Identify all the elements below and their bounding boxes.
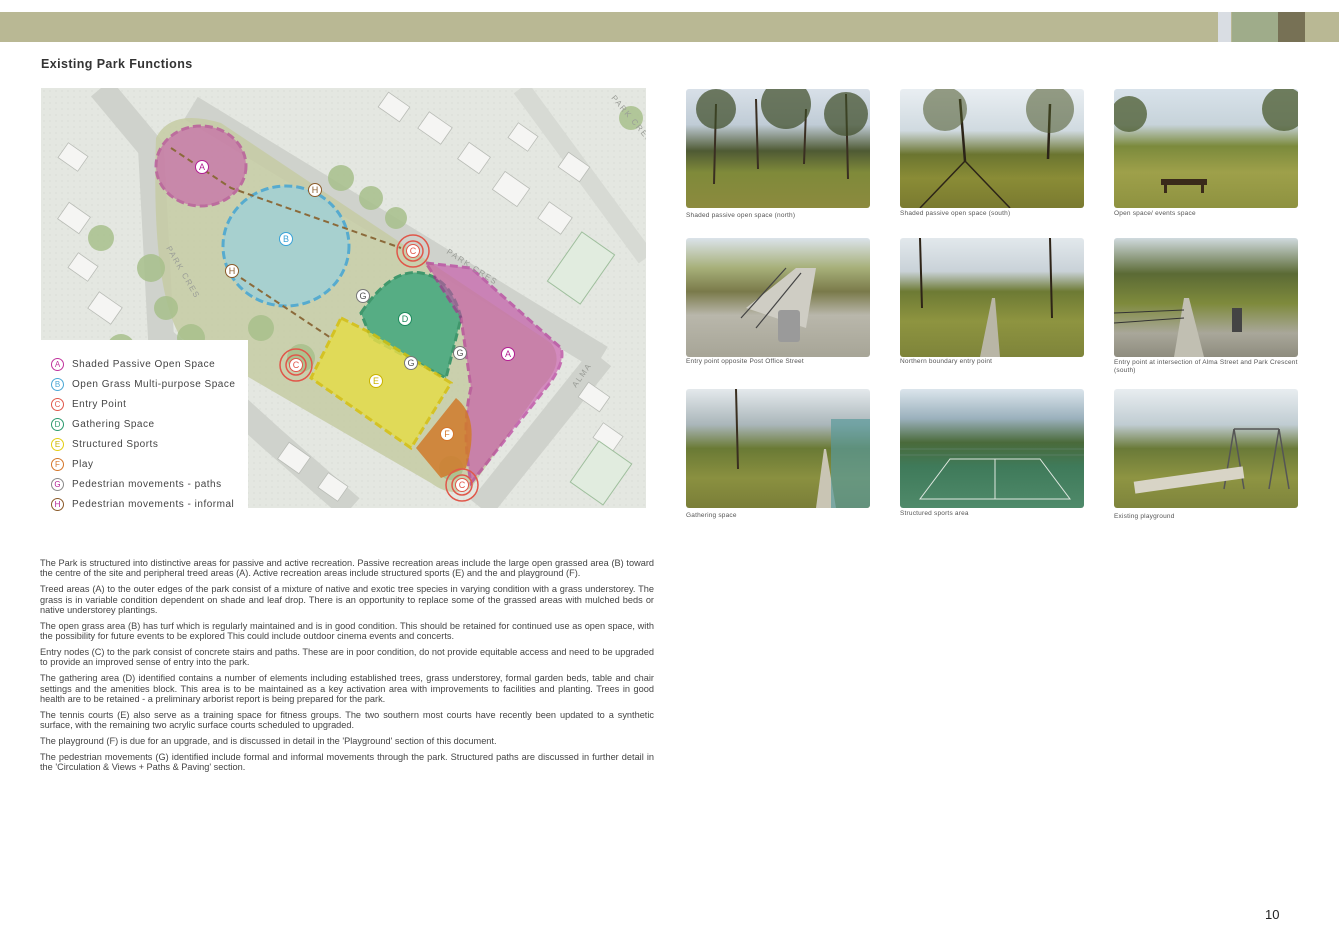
legend-item: G Pedestrian movements - paths (51, 475, 222, 493)
photo-caption: Shaded passive open space (north) (686, 212, 796, 219)
svg-text:H: H (229, 266, 236, 276)
marker-a: A (501, 347, 515, 361)
photo-alma-entry (1114, 238, 1298, 357)
legend-marker: G (51, 477, 64, 491)
svg-text:G: G (456, 348, 463, 358)
photo-caption: Open space/ events space (1114, 210, 1196, 217)
photo-open-space (1114, 89, 1298, 208)
photo-sports-area (900, 389, 1084, 508)
legend-marker: A (51, 357, 64, 371)
paragraph: The Park is structured into distinctive … (40, 558, 654, 579)
legend-item: F Play (51, 455, 93, 473)
legend-marker: D (51, 417, 64, 431)
svg-text:D: D (402, 314, 409, 324)
map-legend: A Shaded Passive Open Space B Open Grass… (41, 340, 248, 513)
legend-label: Pedestrian movements - paths (72, 478, 222, 490)
paragraph: The pedestrian movements (G) identified … (40, 751, 654, 773)
photo-caption: Northern boundary entry point (900, 358, 993, 365)
svg-text:B: B (283, 234, 289, 244)
paragraph: The gathering area (D) identified contai… (40, 673, 654, 705)
photo-caption: Existing playground (1114, 513, 1175, 520)
header-accent-light (1218, 12, 1231, 42)
marker-f: F (440, 427, 454, 441)
photo-caption: Structured sports area (900, 510, 969, 517)
paragraph: Treed areas (A) to the outer edges of th… (40, 584, 654, 616)
legend-item: H Pedestrian movements - informal (51, 495, 234, 513)
legend-marker: E (51, 437, 64, 451)
photo-caption: Shaded passive open space (south) (900, 210, 1011, 217)
photo-caption: Entry point opposite Post Office Street (686, 358, 804, 365)
legend-label: Play (72, 458, 94, 470)
legend-item: C Entry Point (51, 395, 126, 413)
photo-shaded-south (900, 89, 1084, 208)
svg-text:H: H (312, 185, 319, 195)
photo-gathering (686, 389, 870, 508)
marker-c: C (455, 478, 469, 492)
svg-text:C: C (293, 360, 300, 370)
legend-label: Pedestrian movements - informal (72, 498, 235, 510)
legend-label: Entry Point (72, 398, 127, 410)
marker-c: C (406, 244, 420, 258)
photo-entry-post-office (686, 238, 870, 357)
legend-item: E Structured Sports (51, 435, 158, 453)
paragraph: Entry nodes (C) to the park consist of c… (40, 647, 654, 668)
legend-label: Open Grass Multi-purpose Space (72, 378, 236, 390)
photo-caption: Entry point at intersection of Alma Stre… (1114, 359, 1298, 374)
photo-playground (1114, 389, 1298, 508)
page-number: 10 (1265, 907, 1280, 922)
legend-item: D Gathering Space (51, 415, 155, 433)
svg-text:G: G (407, 358, 414, 368)
marker-g: G (453, 346, 467, 360)
marker-h: H (225, 264, 239, 278)
svg-text:A: A (505, 349, 511, 359)
legend-marker: F (51, 457, 64, 471)
legend-marker: C (51, 397, 64, 411)
paragraph: The tennis courts (E) also serve as a tr… (40, 709, 654, 731)
body-text: The Park is structured into distinctive … (40, 558, 654, 778)
paragraph: The playground (F) is due for an upgrade… (40, 736, 497, 747)
page-title: Existing Park Functions (41, 57, 193, 71)
photo-northern-entry (900, 238, 1084, 357)
paragraph: The open grass area (B) has turf which i… (40, 620, 654, 642)
svg-text:G: G (359, 291, 366, 301)
header-accent-mid (1232, 12, 1278, 42)
svg-text:C: C (459, 480, 466, 490)
marker-b: B (279, 232, 293, 246)
legend-label: Shaded Passive Open Space (72, 358, 216, 370)
svg-text:A: A (199, 162, 205, 172)
legend-marker: B (51, 377, 64, 391)
marker-h: H (308, 183, 322, 197)
marker-a: A (195, 160, 209, 174)
legend-item: B Open Grass Multi-purpose Space (51, 375, 235, 393)
legend-label: Gathering Space (72, 418, 155, 430)
marker-e: E (369, 374, 383, 388)
photo-shaded-north (686, 89, 870, 208)
header-band (0, 12, 1339, 42)
marker-d: D (398, 312, 412, 326)
marker-c: C (289, 358, 303, 372)
svg-text:E: E (373, 376, 379, 386)
svg-text:F: F (444, 429, 450, 439)
legend-label: Structured Sports (72, 438, 159, 450)
legend-marker: H (51, 497, 64, 511)
marker-g: G (356, 289, 370, 303)
photo-caption: Gathering space (686, 512, 737, 519)
svg-text:C: C (410, 246, 417, 256)
header-accent-dark (1278, 12, 1305, 42)
marker-g: G (404, 356, 418, 370)
legend-item: A Shaded Passive Open Space (51, 355, 215, 373)
